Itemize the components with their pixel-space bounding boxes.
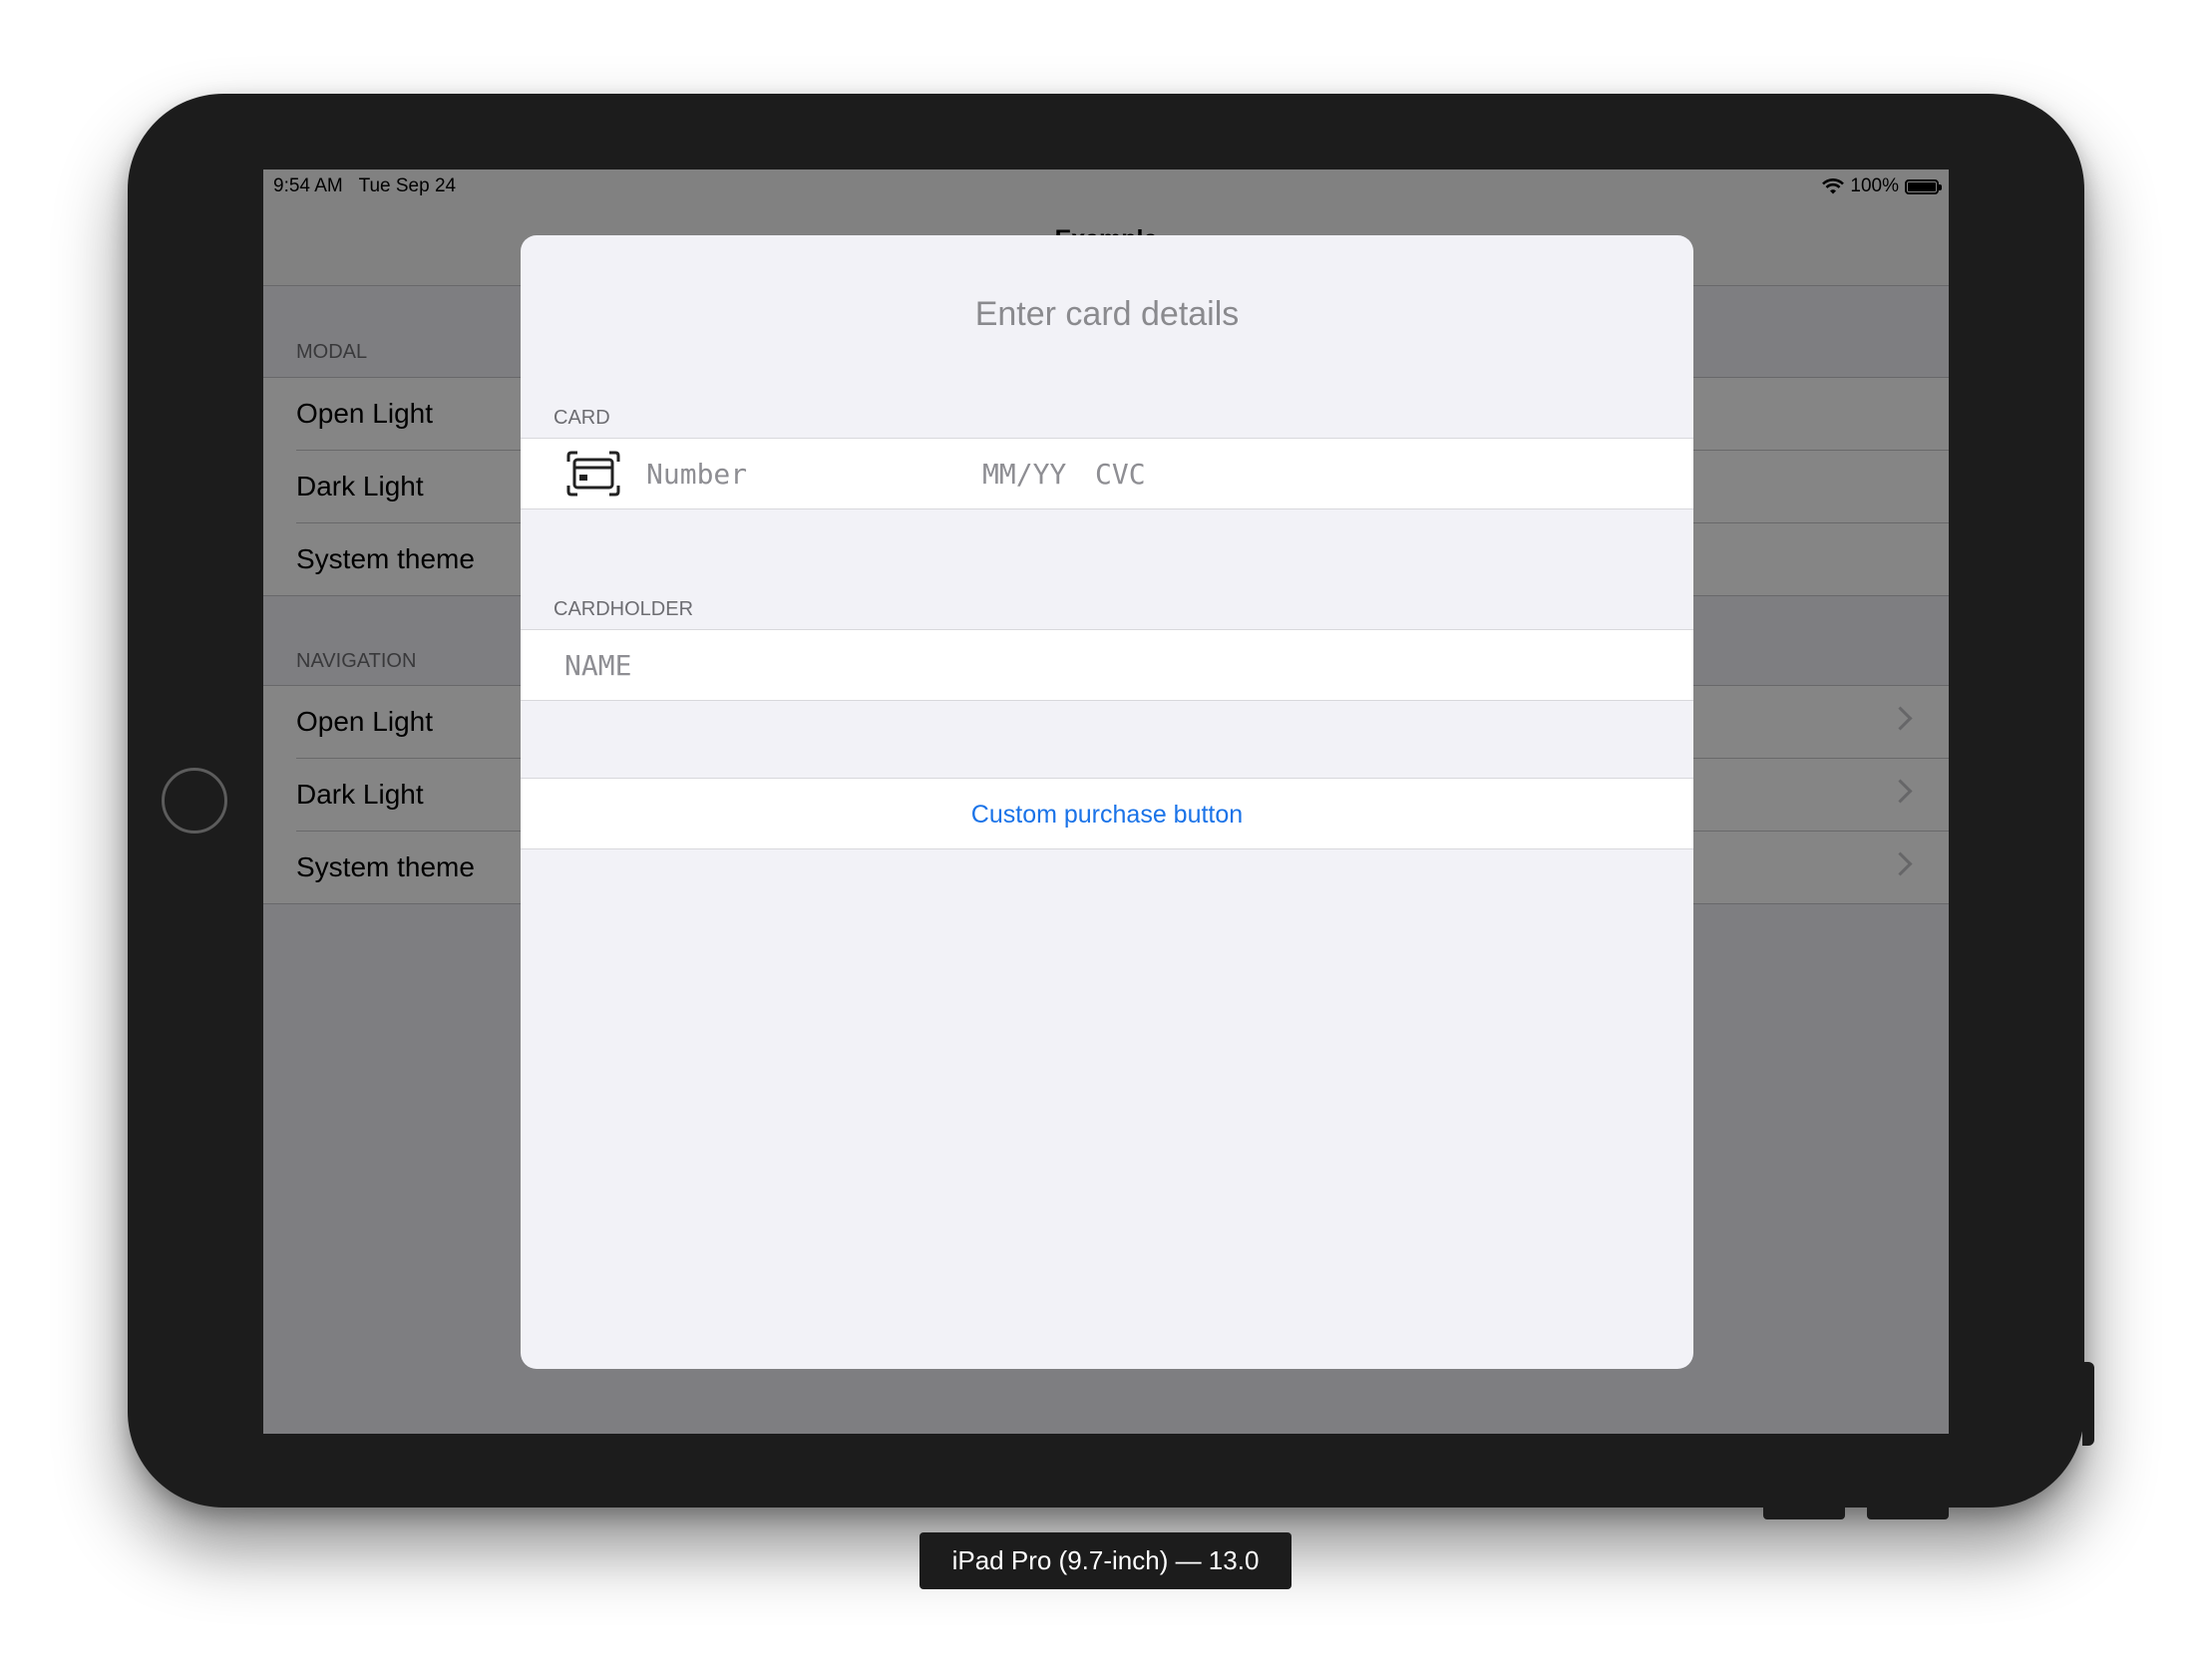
card-details-modal: Enter card details CARD Number MM/YY CVC… [521,235,1693,1369]
card-section-header: CARD [553,407,610,429]
modal-title: Enter card details [974,295,1240,333]
volume-button-1 [1763,1506,1845,1519]
device-caption: iPad Pro (9.7-inch) — 13.0 [920,1532,1291,1589]
device-screen: Example MODAL Open Light Dark Light Syst… [263,169,1949,1434]
purchase-button-label: Custom purchase button [970,801,1244,829]
custom-purchase-button[interactable]: Custom purchase button [521,778,1693,849]
card-expiry-input[interactable]: MM/YY [982,458,1066,491]
cardholder-name-input[interactable]: NAME [564,649,631,682]
home-button[interactable] [162,768,227,834]
side-button [2082,1362,2094,1446]
card-field-row: Number MM/YY CVC [521,438,1693,509]
card-scan-icon[interactable] [566,451,620,497]
card-number-input[interactable]: Number [646,458,747,491]
volume-button-2 [1867,1506,1949,1519]
cardholder-field-row: NAME [521,629,1693,701]
card-cvc-input[interactable]: CVC [1095,458,1146,491]
cardholder-section-header: CARDHOLDER [553,598,694,620]
